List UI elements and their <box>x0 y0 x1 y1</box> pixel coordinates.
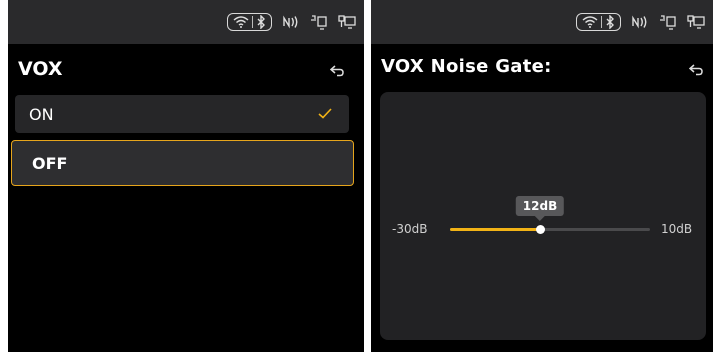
connectivity-badge <box>227 13 272 31</box>
slider-min-label: -30dB <box>392 222 428 236</box>
bluetooth-icon <box>256 15 266 29</box>
vox-noise-gate-screen: VOX Noise Gate: -30dB 12dB 10dB <box>371 0 713 352</box>
status-bar <box>371 0 713 44</box>
phone-link-icon <box>310 14 328 30</box>
badge-divider <box>601 16 602 28</box>
back-arrow-icon[interactable] <box>329 62 344 81</box>
slider-value-tooltip: 12dB <box>515 196 565 221</box>
status-bar <box>8 0 364 44</box>
noise-gate-slider[interactable] <box>450 225 650 234</box>
connectivity-badge <box>576 13 621 31</box>
computer-link-icon <box>338 14 356 30</box>
checkmark-icon <box>317 105 333 124</box>
slider-card: -30dB 12dB 10dB <box>380 92 706 340</box>
slider-fill <box>450 228 540 231</box>
wifi-icon <box>582 16 598 28</box>
slider-max-label: 10dB <box>661 222 693 236</box>
badge-divider <box>252 16 253 28</box>
slider-thumb[interactable] <box>536 225 545 234</box>
phone-link-icon <box>659 14 677 30</box>
vox-screen: VOX ON OFF <box>8 0 364 352</box>
option-on[interactable]: ON <box>15 95 349 133</box>
bluetooth-icon <box>605 15 615 29</box>
option-off[interactable]: OFF <box>11 140 354 186</box>
wifi-icon <box>233 16 249 28</box>
page-title: VOX <box>18 58 63 80</box>
back-arrow-icon[interactable] <box>688 61 703 80</box>
option-label: OFF <box>32 153 68 173</box>
nfc-icon <box>282 15 300 29</box>
option-label: ON <box>29 104 54 124</box>
nfc-icon <box>631 15 649 29</box>
computer-link-icon <box>687 14 705 30</box>
page-title: VOX Noise Gate: <box>381 56 552 77</box>
